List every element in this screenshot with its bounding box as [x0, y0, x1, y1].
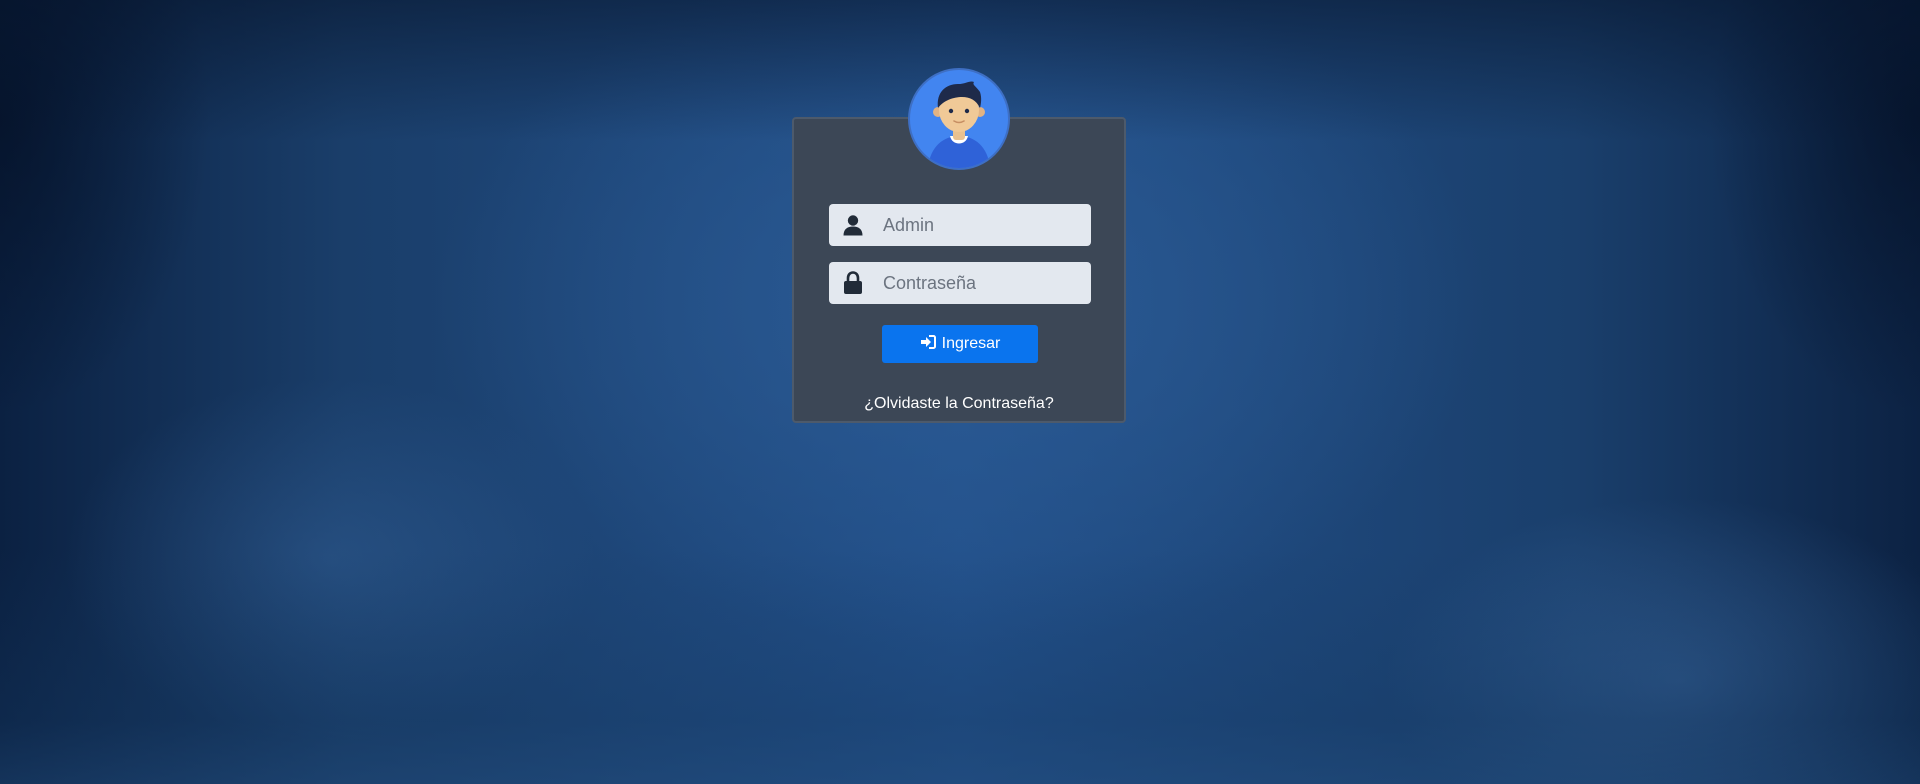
login-button[interactable]: Ingresar: [882, 325, 1038, 363]
username-field: [829, 204, 1119, 246]
password-input[interactable]: [877, 262, 1119, 304]
username-input[interactable]: [877, 204, 1119, 246]
password-field: [829, 262, 1119, 304]
sign-in-icon: [920, 334, 936, 354]
lock-icon: [829, 262, 877, 304]
user-avatar-icon: [908, 68, 1010, 170]
login-button-label: Ingresar: [941, 335, 1001, 352]
forgot-password-link[interactable]: ¿Olvidaste la Contraseña?: [792, 395, 1126, 413]
user-icon: [829, 204, 877, 246]
